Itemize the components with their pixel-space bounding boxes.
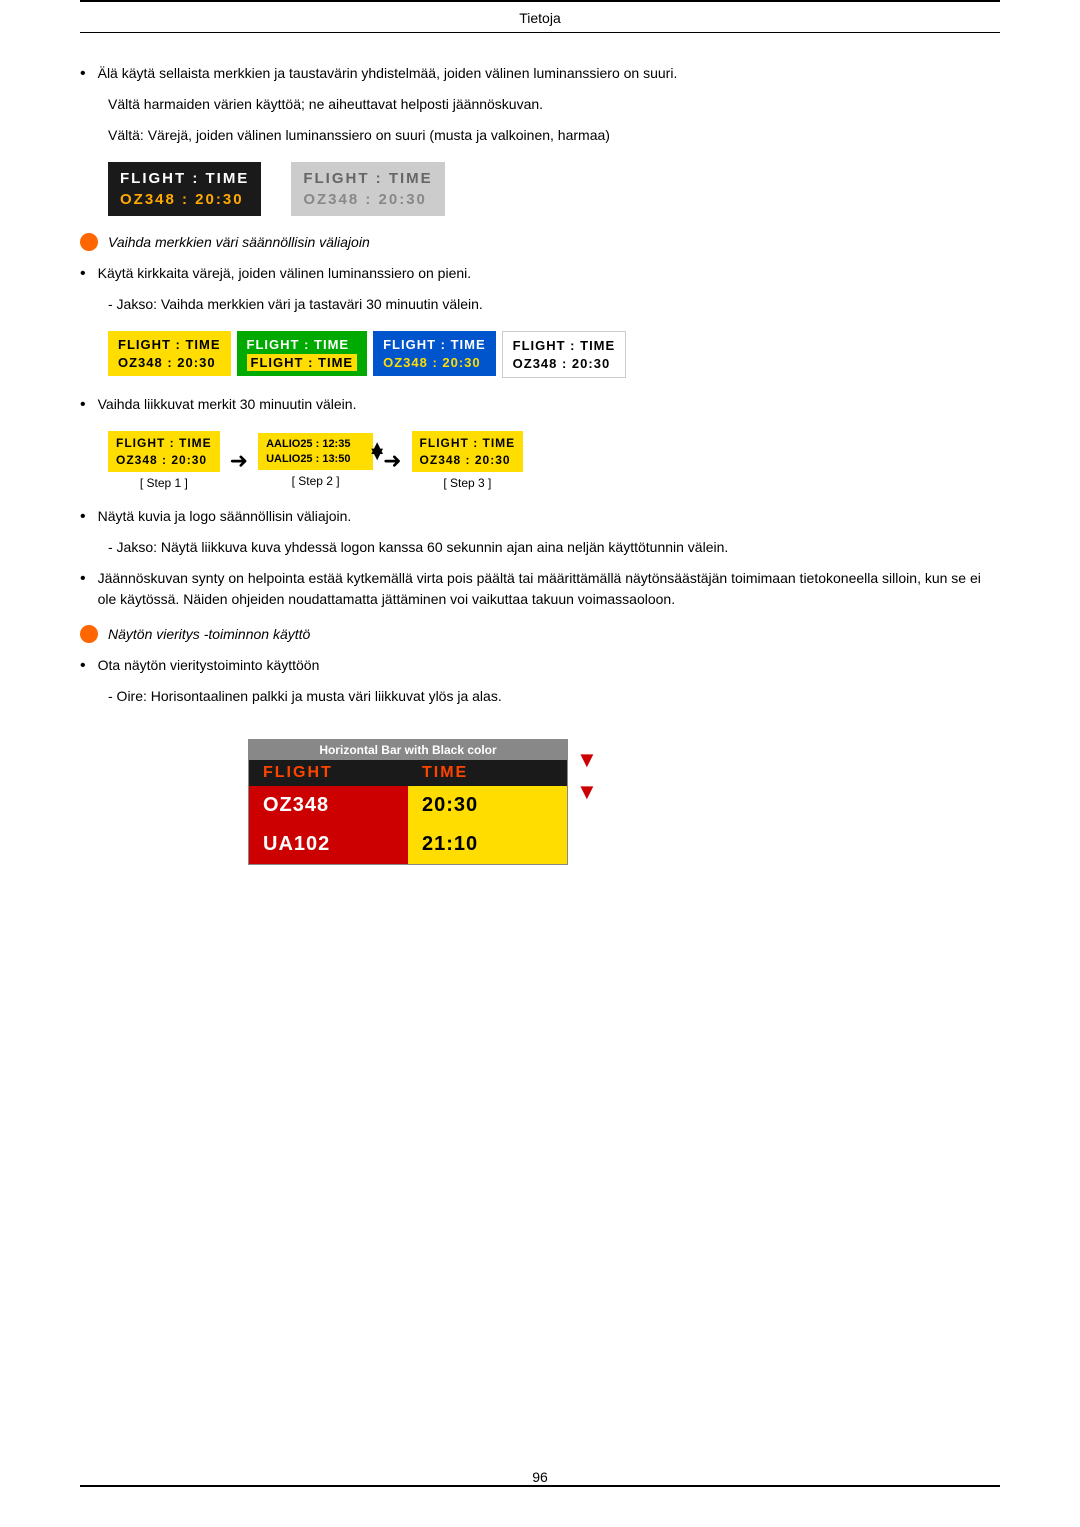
orange-heading-1: Vaihda merkkien väri säännöllisin väliaj… [80,232,1000,253]
scroll-row-2: UA102 21:10 [249,825,567,864]
bullet-item-6: • Ota näytön vieritystoiminto käyttöön [80,655,1000,676]
gray-display-row2: OZ348 : 20:30 [303,191,432,208]
bullet-text-3: Vaihda liikkuvat merkit 30 minuutin väle… [98,394,1000,415]
flight-display-yellow: FLIGHT : TIME OZ348 : 20:30 [108,331,231,376]
step2-row2: UALIO25 : 13:50 [266,453,365,465]
bullet-text-5: Jäännöskuvan synty on helpointa estää ky… [98,568,1000,610]
step-3-label: [ Step 3 ] [443,476,491,490]
green-row1: FLIGHT : TIME [247,337,358,352]
bullet-dot-2: • [80,265,86,283]
color-cycle-row: FLIGHT : TIME OZ348 : 20:30 FLIGHT : TIM… [108,331,1000,378]
scroll-row-1: OZ348 20:30 [249,786,567,825]
bullet-dot-3: • [80,396,86,414]
scroll-flight-header: FLIGHT [249,760,408,786]
indent-block-1: Vältä harmaiden värien käyttöä; ne aiheu… [108,94,1000,115]
yellow-row1: FLIGHT : TIME [118,337,221,352]
scroll-col-headers: FLIGHT TIME [249,760,567,786]
step1-row1: FLIGHT : TIME [116,436,212,450]
scroll-header: Horizontal Bar with Black color [249,740,567,760]
orange-circle-2 [80,625,98,643]
step-3-display: FLIGHT : TIME OZ348 : 20:30 [412,431,524,472]
scroll-row1-flight: OZ348 [249,786,408,825]
step-1-item: FLIGHT : TIME OZ348 : 20:30 [ Step 1 ] [108,431,220,490]
page-container: Tietoja • Älä käytä sellaista merkkien j… [0,0,1080,1527]
bullet-dot-5: • [80,570,86,588]
page-number: 96 [532,1469,548,1485]
step3-row2: OZ348 : 20:30 [420,453,516,467]
step-1-display: FLIGHT : TIME OZ348 : 20:30 [108,431,220,472]
scroll-row2-flight: UA102 [249,825,408,864]
indent-block-3: - Jakso: Vaihda merkkien väri ja tastavä… [108,294,1000,315]
dark-display-row1: FLIGHT : TIME [120,170,249,187]
bullet-item-4: • Näytä kuvia ja logo säännöllisin välia… [80,506,1000,527]
green-row2: FLIGHT : TIME [247,355,358,370]
header-title: Tietoja [519,10,561,26]
white-row1: FLIGHT : TIME [513,338,616,353]
bullet-text-6: Ota näytön vieritystoiminto käyttöön [98,655,1000,676]
bullet-item-2: • Käytä kirkkaita värejä, joiden välinen… [80,263,1000,284]
bottom-border [80,1485,1000,1487]
top-border [80,0,1000,2]
orange-text-1: Vaihda merkkien väri säännöllisin väliaj… [108,232,370,253]
scroll-header-text: Horizontal Bar with Black color [319,743,496,757]
white-row2: OZ348 : 20:30 [513,356,616,371]
bullet-item-5: • Jäännöskuvan synty on helpointa estää … [80,568,1000,610]
page-header: Tietoja [80,10,1000,33]
indent-block-5: - Oire: Horisontaalinen palkki ja musta … [108,686,1000,707]
gray-display-row1: FLIGHT : TIME [303,170,432,187]
content-area: • Älä käytä sellaista merkkien ja tausta… [80,53,1000,1441]
blue-row1: FLIGHT : TIME [383,337,486,352]
flight-display-white: FLIGHT : TIME OZ348 : 20:30 [502,331,627,378]
flight-display-blue: FLIGHT : TIME OZ348 : 20:30 [373,331,496,376]
step3-row1: FLIGHT : TIME [420,436,516,450]
flight-display-gray: FLIGHT : TIME OZ348 : 20:30 [291,162,444,216]
bullet-dot-4: • [80,508,86,526]
indent-block-2: Vältä: Värejä, joiden välinen luminanssi… [108,125,1000,146]
blue-row2: OZ348 : 20:30 [383,355,486,370]
step1-row2: OZ348 : 20:30 [116,453,212,467]
step-2-item: AALIO25 : 12:35 UALIO25 : 13:50 ▲ ▼ [ St… [258,433,373,488]
bullet-dot-6: • [80,657,86,675]
bullet-text-2: Käytä kirkkaita värejä, joiden välinen l… [98,263,1000,284]
bullet-text-4: Näytä kuvia ja logo säännöllisin väliajo… [98,506,1000,527]
step2-row1: AALIO25 : 12:35 [266,438,365,450]
scroll-arrow-down-1: ▼ [576,747,598,773]
orange-heading-2: Näytön vieritys -toiminnon käyttö [80,624,1000,645]
arrow-right-1: ➜ [230,448,248,474]
scroll-display: Horizontal Bar with Black color FLIGHT T… [248,739,568,865]
flight-display-green: FLIGHT : TIME FLIGHT : TIME [237,331,368,376]
step-2-label: [ Step 2 ] [292,474,340,488]
scroll-time-header: TIME [408,760,567,786]
bullet-dot-1: • [80,65,86,83]
bullet-text-1: Älä käytä sellaista merkkien ja taustavä… [98,63,1000,84]
bullet-item-3: • Vaihda liikkuvat merkit 30 minuutin vä… [80,394,1000,415]
dark-display-row2: OZ348 : 20:30 [120,191,249,208]
flight-display-dark: FLIGHT : TIME OZ348 : 20:30 [108,162,261,216]
display-row-1: FLIGHT : TIME OZ348 : 20:30 FLIGHT : TIM… [108,162,1000,216]
step-1-label: [ Step 1 ] [140,476,188,490]
scroll-display-section: Horizontal Bar with Black color FLIGHT T… [220,723,1000,881]
green-row2-inner: FLIGHT : TIME [247,354,358,371]
step-3-item: FLIGHT : TIME OZ348 : 20:30 [ Step 3 ] [412,431,524,490]
scroll-row2-time: 21:10 [408,825,567,864]
page-footer: 96 [80,1461,1000,1485]
scroll-arrows: ▼ ▼ [576,723,598,805]
yellow-row2: OZ348 : 20:30 [118,355,221,370]
scroll-row1-time: 20:30 [408,786,567,825]
indent-block-4: - Jakso: Näytä liikkuva kuva yhdessä log… [108,537,1000,558]
step-2-display: AALIO25 : 12:35 UALIO25 : 13:50 ▲ ▼ [258,433,373,470]
step-row: FLIGHT : TIME OZ348 : 20:30 [ Step 1 ] ➜… [108,431,1000,490]
orange-circle-1 [80,233,98,251]
orange-text-2: Näytön vieritys -toiminnon käyttö [108,624,310,645]
scroll-arrow-down-2: ▼ [576,779,598,805]
scroll-indicator-down: ▼ [367,443,387,466]
bullet-item-1: • Älä käytä sellaista merkkien ja tausta… [80,63,1000,84]
